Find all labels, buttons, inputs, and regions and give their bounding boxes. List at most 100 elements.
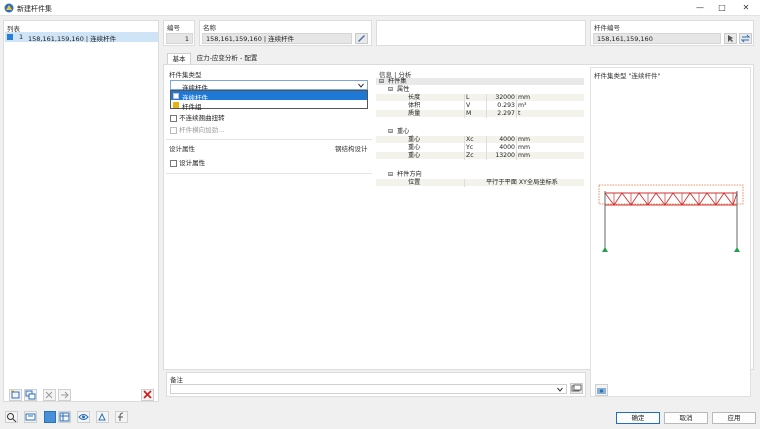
sort-button[interactable] bbox=[58, 389, 71, 401]
checkbox[interactable] bbox=[170, 114, 177, 122]
type-section: 杆件集类型 连续杆件 连续杆件 杆件组 不连续翘曲扭转 杆件横向加劲... bbox=[166, 67, 372, 137]
design-section: 设计属性 钢结构设计 设计属性 bbox=[166, 139, 372, 170]
divider bbox=[516, 136, 517, 160]
tree-label: 杆件方向 bbox=[397, 171, 422, 178]
tree-label: 杆件集 bbox=[388, 78, 407, 85]
number-field[interactable]: 1 bbox=[166, 33, 193, 44]
tree-row-centroid[interactable]: ⊟ 重心 bbox=[376, 128, 584, 135]
list-item-number: 1 bbox=[19, 33, 24, 41]
info-panel: 信息 | 分析 ⊟ 杆件集 ⊟ 属性 长度 L 32000 mm 体积 V 0.293… bbox=[376, 67, 586, 367]
notes-header: 备注 bbox=[170, 376, 183, 384]
number-box: 编号 1 bbox=[163, 20, 195, 46]
discontinuous-torsion-checkbox[interactable]: 不连续翘曲扭转 bbox=[170, 112, 225, 122]
number-label: 编号 bbox=[167, 24, 180, 32]
color-swatch bbox=[173, 101, 179, 108]
table-row: 位置 平行于平面 XY全局坐标系 bbox=[376, 179, 584, 186]
checkbox[interactable] bbox=[170, 159, 177, 167]
divider bbox=[486, 136, 487, 160]
pencil-icon bbox=[358, 35, 365, 42]
blank-section bbox=[166, 173, 372, 367]
members-field[interactable]: 158,161,159,160 bbox=[593, 33, 721, 44]
members-box: 杆件编号 158,161,159,160 bbox=[590, 20, 754, 46]
truss-preview bbox=[598, 184, 744, 252]
chevron-down-icon bbox=[557, 387, 563, 392]
maximize-button[interactable]: □ bbox=[712, 2, 732, 14]
option-continuous[interactable]: 连续杆件 bbox=[171, 91, 367, 102]
notes-input[interactable] bbox=[170, 384, 567, 394]
new-item-button[interactable] bbox=[9, 389, 22, 401]
type-select[interactable]: 连续杆件 bbox=[170, 80, 368, 92]
units-button[interactable] bbox=[24, 411, 37, 423]
display-button[interactable] bbox=[77, 411, 90, 423]
list-panel: 列表 1 158,161,159,160 | 连续杆件 bbox=[3, 20, 159, 402]
swap-members-button[interactable] bbox=[739, 33, 752, 44]
divider bbox=[486, 94, 487, 118]
design-header: 设计属性 bbox=[169, 145, 195, 153]
renumber-button[interactable] bbox=[43, 389, 56, 401]
model-button[interactable] bbox=[96, 411, 109, 423]
renumber-icon bbox=[45, 391, 53, 399]
preview-panel: 杆件集类型 "连续杆件" bbox=[590, 67, 751, 397]
copy-item-button[interactable] bbox=[24, 389, 37, 401]
delete-icon bbox=[143, 390, 152, 399]
view-icon bbox=[597, 388, 606, 394]
notes-library-button[interactable] bbox=[570, 383, 583, 394]
cancel-button[interactable]: 取消 bbox=[664, 412, 708, 424]
checkbox-label: 设计属性 bbox=[179, 159, 206, 167]
empty-box bbox=[376, 20, 586, 46]
function-icon bbox=[118, 412, 124, 421]
steel-design-link[interactable]: 钢结构设计 bbox=[335, 143, 368, 153]
minimize-button[interactable]: — bbox=[690, 2, 710, 14]
name-field[interactable]: 158,161,159,160 | 连续杆件 bbox=[202, 33, 352, 44]
tree-row-properties[interactable]: ⊟ 属性 bbox=[376, 86, 584, 93]
type-dropdown: 连续杆件 杆件组 bbox=[170, 90, 368, 111]
tree-label: 重心 bbox=[397, 128, 410, 135]
table-row: 重心 Zc 13200 mm bbox=[376, 152, 584, 159]
chevron-down-icon bbox=[358, 83, 364, 88]
option-group[interactable]: 杆件组 bbox=[171, 100, 367, 111]
close-window-button[interactable]: ✕ bbox=[736, 2, 756, 14]
table-row: 长度 L 32000 mm bbox=[376, 94, 584, 101]
delete-button[interactable] bbox=[141, 389, 154, 401]
checkbox-label: 杆件横向加劲... bbox=[179, 126, 225, 134]
checkbox[interactable] bbox=[170, 126, 177, 134]
option-label: 杆件组 bbox=[182, 102, 202, 111]
color-swatch bbox=[173, 92, 179, 99]
collapse-icon[interactable]: ⊟ bbox=[388, 86, 393, 93]
preview-title: 杆件集类型 "连续杆件" bbox=[594, 72, 661, 80]
members-label: 杆件编号 bbox=[594, 24, 620, 32]
copy-icon bbox=[25, 390, 36, 400]
table-row: 重心 Yc 4000 mm bbox=[408, 144, 531, 151]
cursor-icon bbox=[728, 35, 733, 42]
collapse-icon[interactable]: ⊟ bbox=[379, 78, 384, 85]
preview-settings-button[interactable] bbox=[595, 384, 608, 396]
table-icon bbox=[59, 412, 70, 422]
divider bbox=[464, 179, 465, 187]
apply-button[interactable]: 应用 bbox=[712, 412, 756, 424]
swap-icon bbox=[740, 34, 751, 43]
list-item[interactable]: 1 158,161,159,160 | 连续杆件 bbox=[5, 32, 158, 43]
collapse-icon[interactable]: ⊟ bbox=[388, 128, 393, 135]
color-button[interactable] bbox=[44, 411, 56, 423]
divider bbox=[516, 94, 517, 118]
ok-button[interactable]: 确定 bbox=[616, 412, 660, 424]
table-row: 体积 V 0.293 m³ bbox=[408, 102, 527, 109]
tree-row-member-set[interactable]: ⊟ 杆件集 bbox=[376, 78, 584, 85]
list-item-label: 158,161,159,160 | 连续杆件 bbox=[28, 35, 117, 43]
collapse-icon[interactable]: ⊟ bbox=[388, 171, 393, 178]
title-bar: 新建杆件集 — □ ✕ bbox=[0, 0, 760, 16]
tree-row-direction[interactable]: ⊟ 杆件方向 bbox=[376, 171, 584, 178]
select-members-button[interactable] bbox=[724, 33, 737, 44]
type-header: 杆件集类型 bbox=[169, 71, 202, 79]
function-button[interactable] bbox=[115, 411, 128, 423]
units-icon bbox=[25, 413, 36, 421]
color-swatch bbox=[7, 34, 13, 40]
search-button[interactable] bbox=[5, 411, 18, 423]
window-title: 新建杆件集 bbox=[17, 5, 52, 13]
design-properties-checkbox[interactable]: 设计属性 bbox=[170, 157, 205, 167]
name-label: 名称 bbox=[203, 24, 216, 32]
edit-name-button[interactable] bbox=[355, 33, 368, 44]
table-button[interactable] bbox=[58, 411, 71, 423]
lateral-stiffener-checkbox[interactable]: 杆件横向加劲... bbox=[170, 124, 224, 134]
tree-label: 属性 bbox=[397, 86, 410, 93]
